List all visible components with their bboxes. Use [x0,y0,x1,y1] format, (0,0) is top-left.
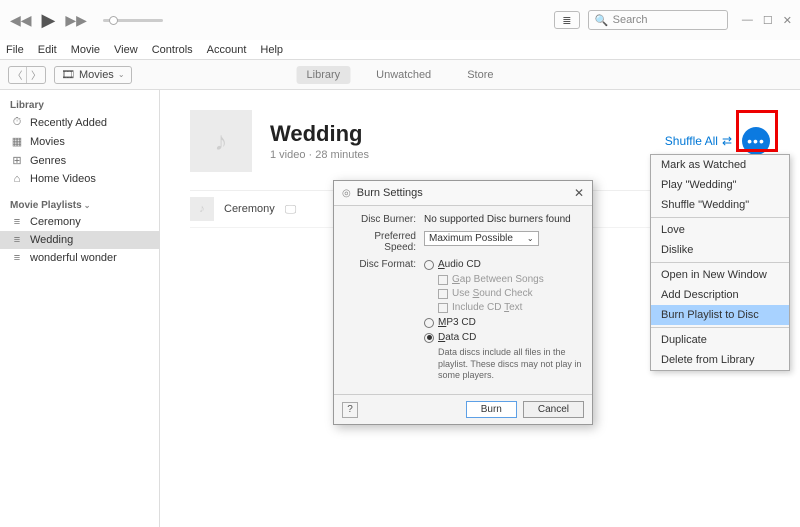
home-icon: ⌂ [10,173,24,185]
prev-track-button[interactable]: ◀◀ [8,10,34,31]
dialog-titlebar: ◎ Burn Settings ✕ [334,181,592,206]
list-view-button[interactable]: ≣ [554,11,580,29]
radio-audio-cd[interactable]: Audio CD [424,259,582,270]
sidebar-playlist-wedding[interactable]: ≡Wedding [0,231,159,249]
close-button[interactable]: ✕ [783,14,792,27]
radio-data-cd[interactable]: Data CD [424,332,582,343]
context-menu-item[interactable]: Open in New Window [651,265,789,285]
next-track-button[interactable]: ▶▶ [63,10,89,31]
menu-file[interactable]: File [6,44,24,56]
disc-format-label: Disc Format: [344,259,424,382]
track-artwork: ♪ [190,197,214,221]
dialog-icon: ◎ [342,188,351,199]
volume-control[interactable] [103,19,163,22]
sidebar-item-genres[interactable]: ⊞Genres [0,151,159,170]
device-icon: 🖵 [285,202,297,217]
film-icon: 🎞 [61,68,75,81]
chevron-down-icon: ⌄ [527,234,534,243]
more-options-button[interactable]: ••• [742,127,770,155]
titlebar: ◀◀ ▶ ▶▶ ≣ 🔍 Search — ☐ ✕ [0,0,800,40]
context-menu-item[interactable]: Shuffle "Wedding" [651,195,789,215]
context-menu-item[interactable]: Duplicate [651,330,789,350]
tab-store[interactable]: Store [457,66,503,84]
context-menu-item[interactable]: Add Description [651,285,789,305]
dialog-title: Burn Settings [357,187,574,199]
menu-account[interactable]: Account [207,44,247,56]
playback-controls: ◀◀ ▶ ▶▶ [8,8,163,33]
burn-button[interactable]: Burn [466,401,517,418]
menu-controls[interactable]: Controls [152,44,193,56]
context-menu-item[interactable]: Play "Wedding" [651,175,789,195]
shuffle-all-link[interactable]: Shuffle All ⇄ [665,134,732,148]
nav-forward-button[interactable]: 〉 [27,67,45,83]
sidebar-head-playlists: Movie Playlists⌄ [0,196,159,213]
chk-include-cd-text: Include CD Text [438,302,582,313]
minimize-button[interactable]: — [742,14,753,27]
help-button[interactable]: ? [342,402,358,418]
sidebar: Library ⏱Recently Added ▦Movies ⊞Genres … [0,90,160,527]
context-menu-item[interactable]: Burn Playlist to Disc [651,305,789,325]
shuffle-icon: ⇄ [722,134,732,148]
menubar: File Edit Movie View Controls Account He… [0,40,800,60]
view-tabs: Library Unwatched Store [297,66,504,84]
category-select[interactable]: 🎞 Movies ⌄ [54,66,132,84]
menu-movie[interactable]: Movie [71,44,100,56]
clock-icon: ⏱ [10,116,24,129]
category-label: Movies [79,69,114,81]
playlist-icon: ≡ [10,252,24,264]
disc-burner-label: Disc Burner: [344,214,424,225]
subtoolbar: 〈 〉 🎞 Movies ⌄ Library Unwatched Store [0,60,800,90]
chk-gap-between-songs: Gap Between Songs [438,274,582,285]
sidebar-item-recently-added[interactable]: ⏱Recently Added [0,113,159,132]
window-controls: — ☐ ✕ [742,14,792,27]
preferred-speed-select[interactable]: Maximum Possible⌄ [424,231,539,246]
tab-library[interactable]: Library [297,66,351,84]
chevron-down-icon[interactable]: ⌄ [84,201,91,210]
grid-icon: ▦ [10,135,24,148]
context-menu: Mark as WatchedPlay "Wedding"Shuffle "We… [650,154,790,371]
context-menu-item[interactable]: Dislike [651,240,789,260]
sidebar-playlist-wonderful-wonder[interactable]: ≡wonderful wonder [0,249,159,267]
disc-burner-value: No supported Disc burners found [424,214,582,225]
nav-back-button[interactable]: 〈 [9,67,27,83]
data-cd-hint: Data discs include all files in the play… [438,347,582,382]
playlist-icon: ≡ [10,216,24,228]
playlist-icon: ≡ [10,234,24,246]
play-button[interactable]: ▶ [40,8,58,33]
genres-icon: ⊞ [10,154,24,167]
search-icon: 🔍 [595,14,609,27]
context-menu-item[interactable]: Mark as Watched [651,155,789,175]
sidebar-head-library: Library [0,96,159,113]
context-menu-separator [651,262,789,263]
nav-arrows: 〈 〉 [8,66,46,84]
context-menu-separator [651,217,789,218]
sidebar-playlist-ceremony[interactable]: ≡Ceremony [0,213,159,231]
menu-view[interactable]: View [114,44,138,56]
sidebar-item-movies[interactable]: ▦Movies [0,132,159,151]
context-menu-item[interactable]: Delete from Library [651,350,789,370]
playlist-subtitle: 1 video · 28 minutes [270,149,369,161]
playlist-artwork: ♪ [190,110,252,172]
search-input[interactable]: 🔍 Search [588,10,728,30]
context-menu-separator [651,327,789,328]
context-menu-item[interactable]: Love [651,220,789,240]
chk-use-sound-check: Use Sound Check [438,288,582,299]
cancel-button[interactable]: Cancel [523,401,584,418]
preferred-speed-label: Preferred Speed: [344,231,424,253]
search-placeholder: Search [613,14,648,26]
playlist-title: Wedding [270,121,369,147]
maximize-button[interactable]: ☐ [763,14,773,27]
track-name: Ceremony [224,203,275,215]
tab-unwatched[interactable]: Unwatched [366,66,441,84]
burn-settings-dialog: ◎ Burn Settings ✕ Disc Burner: No suppor… [333,180,593,425]
dialog-close-button[interactable]: ✕ [574,186,584,200]
chevron-down-icon: ⌄ [118,70,125,79]
sidebar-item-home-videos[interactable]: ⌂Home Videos [0,170,159,188]
menu-edit[interactable]: Edit [38,44,57,56]
radio-mp3-cd[interactable]: MP3 CD [424,317,582,328]
menu-help[interactable]: Help [260,44,283,56]
